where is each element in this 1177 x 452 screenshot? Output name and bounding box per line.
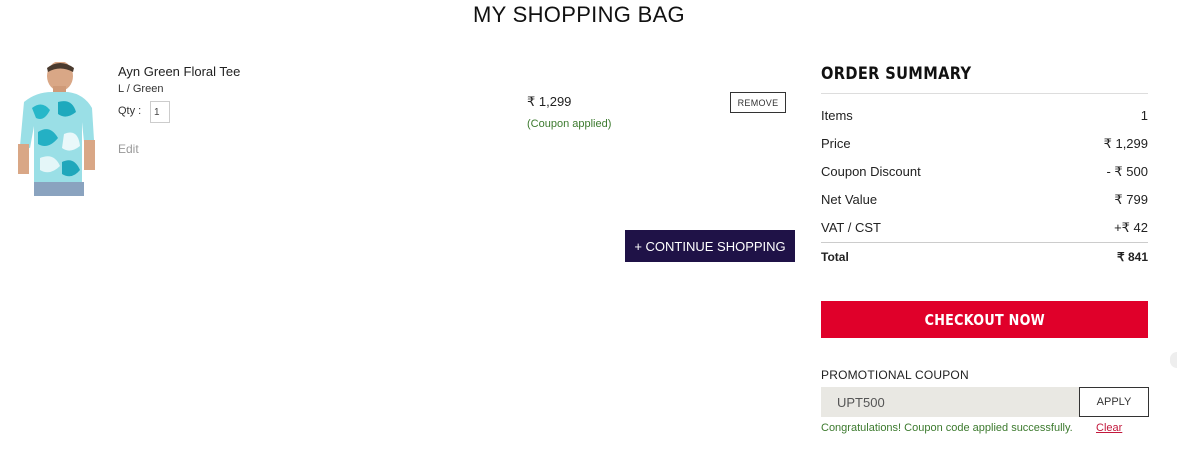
summary-row-price: Price ₹ 1,299 — [821, 136, 1148, 152]
product-image[interactable] — [14, 62, 98, 196]
total-label: Total — [821, 250, 849, 264]
checkout-button[interactable]: CHECKOUT NOW — [821, 301, 1148, 338]
summary-value: ₹ 799 — [1114, 192, 1148, 207]
promo-code-input[interactable] — [821, 387, 1079, 417]
coupon-applied-note: (Coupon applied) — [527, 118, 612, 130]
qty-input[interactable] — [150, 101, 170, 123]
summary-row-net-value: Net Value ₹ 799 — [821, 192, 1148, 208]
edit-link[interactable]: Edit — [118, 142, 139, 156]
clear-coupon-link[interactable]: Clear — [1096, 422, 1122, 434]
product-name[interactable]: Ayn Green Floral Tee — [118, 64, 240, 79]
item-price: ₹ 1,299 — [527, 94, 572, 109]
remove-button[interactable]: REMOVE — [730, 92, 786, 113]
summary-label: VAT / CST — [821, 220, 881, 235]
summary-row-coupon-discount: Coupon Discount - ₹ 500 — [821, 164, 1148, 180]
page-title: MY SHOPPING BAG — [473, 2, 685, 27]
summary-value: ₹ 1,299 — [1103, 136, 1148, 151]
summary-value: - ₹ 500 — [1106, 164, 1148, 179]
total-divider — [821, 242, 1148, 243]
summary-value: +₹ 42 — [1114, 220, 1148, 235]
promo-coupon-label: PROMOTIONAL COUPON — [821, 368, 969, 382]
summary-label: Net Value — [821, 192, 878, 207]
summary-row-total: Total ₹ 841 — [821, 250, 1148, 264]
checkout-label: CHECKOUT NOW — [924, 310, 1045, 329]
summary-row-vat: VAT / CST +₹ 42 — [821, 220, 1148, 236]
apply-coupon-button[interactable]: APPLY — [1079, 387, 1149, 417]
summary-label: Coupon Discount — [821, 164, 921, 179]
total-value: ₹ 841 — [1117, 250, 1148, 264]
order-summary-title: ORDER SUMMARY — [821, 64, 972, 84]
side-feedback-tab[interactable] — [1170, 352, 1177, 368]
qty-label: Qty : — [118, 105, 142, 117]
summary-value: 1 — [1140, 108, 1148, 123]
continue-shopping-button[interactable]: + CONTINUE SHOPPING — [625, 230, 795, 262]
summary-label: Price — [821, 136, 851, 151]
product-variant: L / Green — [118, 83, 164, 95]
summary-row-items: Items 1 — [821, 108, 1148, 123]
product-photo-icon — [14, 62, 98, 196]
summary-divider — [821, 93, 1148, 94]
promo-success-message: Congratulations! Coupon code applied suc… — [821, 422, 1073, 434]
summary-label: Items — [821, 108, 853, 123]
